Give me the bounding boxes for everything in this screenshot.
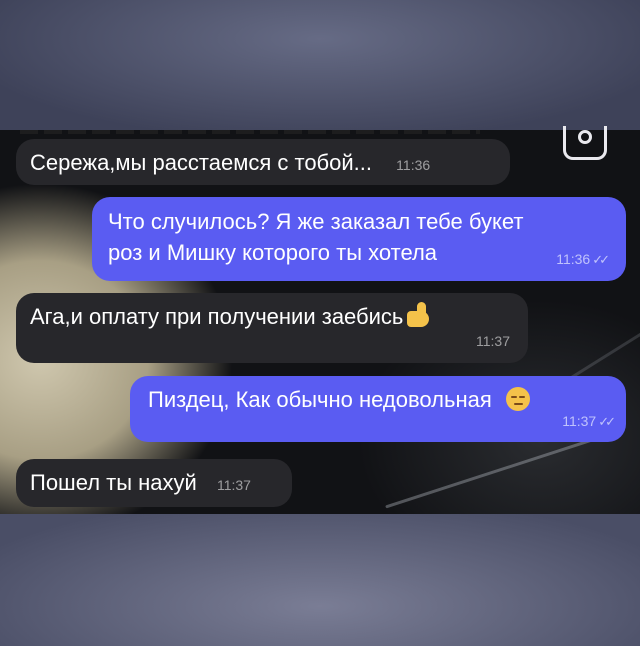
thumbs-up-emoji [403,302,433,328]
double-check-icon: ✓✓ [598,414,616,429]
message-text-line: роз и Мишку которого ты хотела [108,240,438,265]
message-text: Сережа,мы расстаемся с тобой... [30,150,373,175]
message-text: Ага,и оплату при получении заебись [30,304,404,329]
unamused-face-emoji [505,387,530,411]
message-time: 11:36 [396,157,431,173]
message-bubble-incoming[interactable]: Пошел ты нахуй 11:37 [16,459,292,507]
message-time: 11:36 [556,251,591,267]
background-light-streak [385,434,605,509]
blurred-background-bottom [0,514,640,646]
message-bubble-outgoing[interactable]: Пиздец, Как обычно недовольная 11:37 ✓✓ [130,376,626,442]
message-bubble-incoming[interactable]: Ага,и оплату при получении заебись 11:37 [16,293,528,363]
message-bubble-outgoing[interactable]: Что случилось? Я же заказал тебе букет р… [92,197,626,281]
message-text: Пошел ты нахуй [30,470,197,495]
message-time: 11:37 [562,413,597,429]
message-time: 11:37 [476,333,510,349]
camera-icon[interactable] [563,126,607,160]
blurred-background-top [0,0,640,130]
cropped-text-row [20,130,480,134]
message-text: Пиздец, Как обычно недовольная [148,387,492,412]
message-bubble-incoming[interactable]: Сережа,мы расстаемся с тобой... 11:36 [16,139,510,185]
message-time: 11:37 [216,477,251,493]
message-text-line: Что случилось? Я же заказал тебе букет [108,209,524,234]
double-check-icon: ✓✓ [592,252,610,267]
